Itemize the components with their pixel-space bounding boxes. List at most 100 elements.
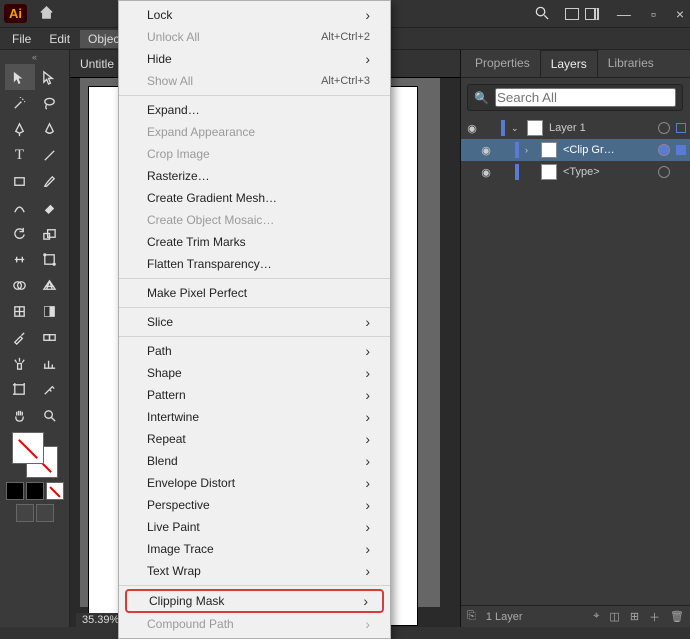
gradient-tool[interactable] xyxy=(35,298,65,324)
fill-swatch[interactable] xyxy=(12,432,44,464)
layer-name[interactable]: Layer 1 xyxy=(549,122,652,134)
menu-lock[interactable]: Lock xyxy=(119,4,390,26)
menu-path[interactable]: Path xyxy=(119,340,390,362)
layer-thumbnail xyxy=(527,120,543,136)
selection-indicator xyxy=(676,123,686,133)
layer-thumbnail xyxy=(541,142,557,158)
type-tool[interactable]: T xyxy=(5,142,35,168)
menu-file[interactable]: File xyxy=(4,30,39,48)
arrange-documents-icon[interactable] xyxy=(565,8,599,20)
curvature-tool[interactable] xyxy=(35,116,65,142)
layer-row[interactable]: ◉ <Type> xyxy=(461,161,690,183)
menu-unlock-all: Unlock AllAlt+Ctrl+2 xyxy=(119,26,390,48)
rectangle-tool[interactable] xyxy=(5,168,35,194)
menu-perspective[interactable]: Perspective xyxy=(119,494,390,516)
layer-color-rail xyxy=(515,142,519,158)
menu-intertwine[interactable]: Intertwine xyxy=(119,406,390,428)
menu-envelope-distort[interactable]: Envelope Distort xyxy=(119,472,390,494)
menu-pattern[interactable]: Pattern xyxy=(119,384,390,406)
make-clip-mask-icon[interactable]: ◫ xyxy=(609,610,619,623)
visibility-icon[interactable]: ◉ xyxy=(465,122,479,135)
selection-indicator xyxy=(676,145,686,155)
tab-layers[interactable]: Layers xyxy=(540,50,598,77)
search-icon[interactable] xyxy=(534,5,549,23)
menu-rasterize[interactable]: Rasterize… xyxy=(119,165,390,187)
menu-pixel-perfect[interactable]: Make Pixel Perfect xyxy=(119,282,390,304)
layers-footer: ⎘ 1 Layer ⌖ ◫ ⊞ ＋ 🗑 xyxy=(461,605,690,627)
eyedropper-tool[interactable] xyxy=(5,324,35,350)
eraser-tool[interactable] xyxy=(35,194,65,220)
direct-selection-tool[interactable] xyxy=(35,64,65,90)
mesh-tool[interactable] xyxy=(5,298,35,324)
menu-flatten-transparency[interactable]: Flatten Transparency… xyxy=(119,253,390,275)
artboard-tool[interactable] xyxy=(5,376,35,402)
menu-gradient-mesh[interactable]: Create Gradient Mesh… xyxy=(119,187,390,209)
hand-tool[interactable] xyxy=(5,402,35,428)
free-transform-tool[interactable] xyxy=(35,246,65,272)
menu-text-wrap[interactable]: Text Wrap xyxy=(119,560,390,582)
shape-builder-tool[interactable] xyxy=(5,272,35,298)
zoom-tool[interactable] xyxy=(35,402,65,428)
fill-stroke-swatch[interactable] xyxy=(12,432,58,478)
menu-repeat[interactable]: Repeat xyxy=(119,428,390,450)
search-icon: 🔍 xyxy=(474,91,489,105)
slice-tool[interactable] xyxy=(35,376,65,402)
layer-row[interactable]: ◉ › <Clip Gr… xyxy=(461,139,690,161)
menu-trim-marks[interactable]: Create Trim Marks xyxy=(119,231,390,253)
menu-expand[interactable]: Expand… xyxy=(119,99,390,121)
lasso-tool[interactable] xyxy=(35,90,65,116)
menu-expand-appearance: Expand Appearance xyxy=(119,121,390,143)
pen-tool[interactable] xyxy=(5,116,35,142)
layers-search-input[interactable] xyxy=(495,88,676,107)
menu-live-paint[interactable]: Live Paint xyxy=(119,516,390,538)
scale-tool[interactable] xyxy=(35,220,65,246)
toolbar-handle-icon[interactable]: « xyxy=(32,50,37,64)
screen-mode-icons[interactable] xyxy=(16,504,54,522)
new-layer-icon[interactable]: ＋ xyxy=(649,609,660,625)
shaper-tool[interactable] xyxy=(5,194,35,220)
magic-wand-tool[interactable] xyxy=(5,90,35,116)
menu-crop-image: Crop Image xyxy=(119,143,390,165)
paintbrush-tool[interactable] xyxy=(35,168,65,194)
layer-row[interactable]: ◉ ⌄ Layer 1 xyxy=(461,117,690,139)
perspective-grid-tool[interactable] xyxy=(35,272,65,298)
line-tool[interactable] xyxy=(35,142,65,168)
disclosure-icon[interactable]: ⌄ xyxy=(511,123,521,134)
menu-edit[interactable]: Edit xyxy=(41,30,78,48)
target-icon[interactable] xyxy=(658,166,670,178)
menu-compound-path: Compound Path xyxy=(119,613,390,635)
minimize-button[interactable]: — xyxy=(615,6,633,22)
menu-image-trace[interactable]: Image Trace xyxy=(119,538,390,560)
menu-slice[interactable]: Slice xyxy=(119,311,390,333)
width-tool[interactable] xyxy=(5,246,35,272)
layers-search[interactable]: 🔍 xyxy=(467,84,683,111)
layer-filter-icon[interactable]: ⎘ xyxy=(467,610,476,623)
visibility-icon[interactable]: ◉ xyxy=(479,144,493,157)
layer-name[interactable]: <Clip Gr… xyxy=(563,144,652,156)
layer-color-rail xyxy=(501,120,505,136)
close-button[interactable]: × xyxy=(674,6,686,22)
menu-blend[interactable]: Blend xyxy=(119,450,390,472)
target-icon[interactable] xyxy=(658,122,670,134)
target-icon[interactable] xyxy=(658,144,670,156)
maximize-button[interactable]: ▫ xyxy=(649,6,658,22)
column-graph-tool[interactable] xyxy=(35,350,65,376)
tab-libraries[interactable]: Libraries xyxy=(598,50,664,77)
layer-name[interactable]: <Type> xyxy=(563,166,652,178)
selection-tool[interactable] xyxy=(5,64,35,90)
color-mode-swatches[interactable] xyxy=(6,482,64,500)
delete-layer-icon[interactable]: 🗑 xyxy=(670,610,684,623)
blend-tool[interactable] xyxy=(35,324,65,350)
home-icon[interactable] xyxy=(39,5,54,23)
tab-properties[interactable]: Properties xyxy=(465,50,540,77)
menu-shape[interactable]: Shape xyxy=(119,362,390,384)
app-badge: Ai xyxy=(4,4,27,23)
menu-clipping-mask[interactable]: Clipping Mask xyxy=(125,589,384,613)
locate-object-icon[interactable]: ⌖ xyxy=(593,610,599,623)
menu-hide[interactable]: Hide xyxy=(119,48,390,70)
new-sublayer-icon[interactable]: ⊞ xyxy=(630,610,639,623)
rotate-tool[interactable] xyxy=(5,220,35,246)
symbol-sprayer-tool[interactable] xyxy=(5,350,35,376)
disclosure-icon[interactable]: › xyxy=(525,145,535,155)
visibility-icon[interactable]: ◉ xyxy=(479,166,493,179)
